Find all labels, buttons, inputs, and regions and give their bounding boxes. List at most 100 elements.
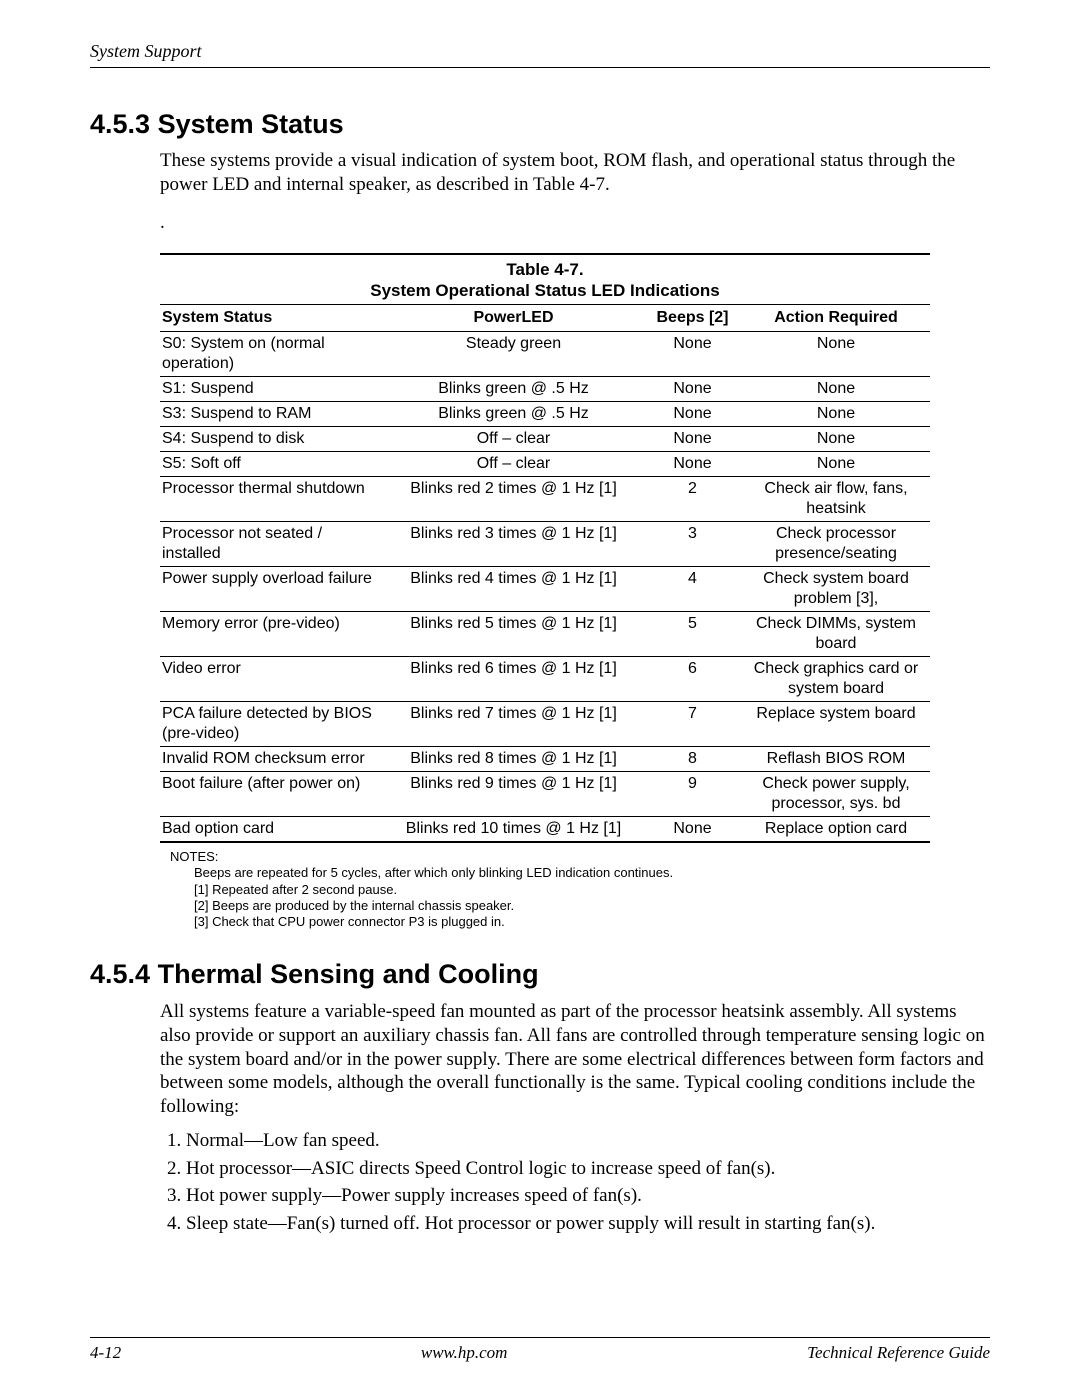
table-cell: S1: Suspend <box>160 377 384 402</box>
table-cell: None <box>742 332 930 377</box>
table-cell: 2 <box>643 477 742 522</box>
section2-para: All systems feature a variable-speed fan… <box>160 1000 990 1119</box>
table-cell: PCA failure detected by BIOS (pre-video) <box>160 702 384 747</box>
table-header-row: System Status PowerLED Beeps [2] Action … <box>160 305 930 332</box>
table-row: Video errorBlinks red 6 times @ 1 Hz [1]… <box>160 657 930 702</box>
list-item: Normal—Low fan speed. <box>186 1129 990 1153</box>
notes-heading: NOTES: <box>170 849 990 865</box>
footer-doc-title: Technical Reference Guide <box>807 1342 990 1363</box>
table-cell: 7 <box>643 702 742 747</box>
table-cell: Processor not seated / installed <box>160 522 384 567</box>
table-cell: None <box>643 377 742 402</box>
table-cell: None <box>742 402 930 427</box>
table-cell: Reflash BIOS ROM <box>742 747 930 772</box>
list-item: Hot power supply—Power supply increases … <box>186 1184 990 1208</box>
th-powerled: PowerLED <box>384 305 643 332</box>
th-beeps: Beeps [2] <box>643 305 742 332</box>
list-item: Hot processor—ASIC directs Speed Control… <box>186 1157 990 1181</box>
table-cell: Replace option card <box>742 817 930 843</box>
table-row: Boot failure (after power on)Blinks red … <box>160 772 930 817</box>
table-cell: Blinks red 8 times @ 1 Hz [1] <box>384 747 643 772</box>
table-cell: S5: Soft off <box>160 452 384 477</box>
table-cell: Invalid ROM checksum error <box>160 747 384 772</box>
table-notes: NOTES: Beeps are repeated for 5 cycles, … <box>160 849 990 930</box>
table-cell: None <box>742 427 930 452</box>
conditions-list: Normal—Low fan speed. Hot processor—ASIC… <box>160 1129 990 1236</box>
table-cell: Blinks red 10 times @ 1 Hz [1] <box>384 817 643 843</box>
table-cell: None <box>643 332 742 377</box>
table-cell: None <box>643 402 742 427</box>
note-item: Beeps are repeated for 5 cycles, after w… <box>194 865 990 881</box>
table-cell: Blinks red 9 times @ 1 Hz [1] <box>384 772 643 817</box>
section-number-1: 4.5.3 <box>90 109 150 139</box>
table-cell: Off – clear <box>384 427 643 452</box>
page-footer: 4-12 www.hp.com Technical Reference Guid… <box>90 1337 990 1363</box>
table-cell: Blinks red 3 times @ 1 Hz [1] <box>384 522 643 567</box>
footer-url: www.hp.com <box>421 1342 508 1363</box>
table-cell: Video error <box>160 657 384 702</box>
table-cell: Check system board problem [3], <box>742 567 930 612</box>
table-cell: None <box>643 427 742 452</box>
table-cell: 8 <box>643 747 742 772</box>
table-row: Memory error (pre-video)Blinks red 5 tim… <box>160 612 930 657</box>
table-row: Bad option cardBlinks red 10 times @ 1 H… <box>160 817 930 843</box>
table-row: Processor not seated / installedBlinks r… <box>160 522 930 567</box>
table-cell: Processor thermal shutdown <box>160 477 384 522</box>
table-cell: Memory error (pre-video) <box>160 612 384 657</box>
table-row: Invalid ROM checksum errorBlinks red 8 t… <box>160 747 930 772</box>
table-row: PCA failure detected by BIOS (pre-video)… <box>160 702 930 747</box>
table-cell: Replace system board <box>742 702 930 747</box>
table-cell: Blinks red 2 times @ 1 Hz [1] <box>384 477 643 522</box>
table-row: S5: Soft offOff – clearNoneNone <box>160 452 930 477</box>
table-cell: Blinks green @ .5 Hz <box>384 377 643 402</box>
table-caption: Table 4-7. <box>160 253 930 280</box>
list-item: Sleep state—Fan(s) turned off. Hot proce… <box>186 1212 990 1236</box>
table-row: S3: Suspend to RAMBlinks green @ .5 HzNo… <box>160 402 930 427</box>
table-cell: 9 <box>643 772 742 817</box>
section-heading-1: 4.5.3 System Status <box>90 108 990 142</box>
table-cell: Off – clear <box>384 452 643 477</box>
table-cell: S4: Suspend to disk <box>160 427 384 452</box>
table-cell: Steady green <box>384 332 643 377</box>
table-cell: Blinks red 4 times @ 1 Hz [1] <box>384 567 643 612</box>
table-row: S4: Suspend to diskOff – clearNoneNone <box>160 427 930 452</box>
table-cell: None <box>742 377 930 402</box>
table-subcaption: System Operational Status LED Indication… <box>160 280 930 305</box>
note-item: [2] Beeps are produced by the internal c… <box>194 898 990 914</box>
table-cell: None <box>643 452 742 477</box>
table-cell: Bad option card <box>160 817 384 843</box>
th-action: Action Required <box>742 305 930 332</box>
table-cell: Blinks red 6 times @ 1 Hz [1] <box>384 657 643 702</box>
table-cell: 5 <box>643 612 742 657</box>
table-cell: Blinks red 7 times @ 1 Hz [1] <box>384 702 643 747</box>
table-cell: 6 <box>643 657 742 702</box>
table-row: Processor thermal shutdownBlinks red 2 t… <box>160 477 930 522</box>
table-cell: S3: Suspend to RAM <box>160 402 384 427</box>
table-cell: 3 <box>643 522 742 567</box>
stray-dot: . <box>160 211 990 235</box>
footer-page-number: 4-12 <box>90 1342 121 1363</box>
section-heading-2: 4.5.4 Thermal Sensing and Cooling <box>90 958 990 992</box>
table-row: Power supply overload failureBlinks red … <box>160 567 930 612</box>
note-item: [1] Repeated after 2 second pause. <box>194 882 990 898</box>
table-cell: Blinks green @ .5 Hz <box>384 402 643 427</box>
table-cell: Check air flow, fans, heatsink <box>742 477 930 522</box>
table-cell: Check graphics card or system board <box>742 657 930 702</box>
running-header: System Support <box>90 40 990 68</box>
table-cell: None <box>742 452 930 477</box>
table-cell: Blinks red 5 times @ 1 Hz [1] <box>384 612 643 657</box>
section-number-2: 4.5.4 <box>90 959 150 989</box>
table-cell: Check processor presence/seating <box>742 522 930 567</box>
th-status: System Status <box>160 305 384 332</box>
section1-para: These systems provide a visual indicatio… <box>160 149 990 197</box>
table-cell: Check power supply, processor, sys. bd <box>742 772 930 817</box>
table-cell: Check DIMMs, system board <box>742 612 930 657</box>
table-row: S1: SuspendBlinks green @ .5 HzNoneNone <box>160 377 930 402</box>
led-table: System Status PowerLED Beeps [2] Action … <box>160 305 930 843</box>
table-wrapper: Table 4-7. System Operational Status LED… <box>160 253 930 844</box>
table-cell: S0: System on (normal operation) <box>160 332 384 377</box>
note-item: [3] Check that CPU power connector P3 is… <box>194 914 990 930</box>
section-title-1: System Status <box>158 109 344 139</box>
table-cell: Boot failure (after power on) <box>160 772 384 817</box>
table-cell: None <box>643 817 742 843</box>
